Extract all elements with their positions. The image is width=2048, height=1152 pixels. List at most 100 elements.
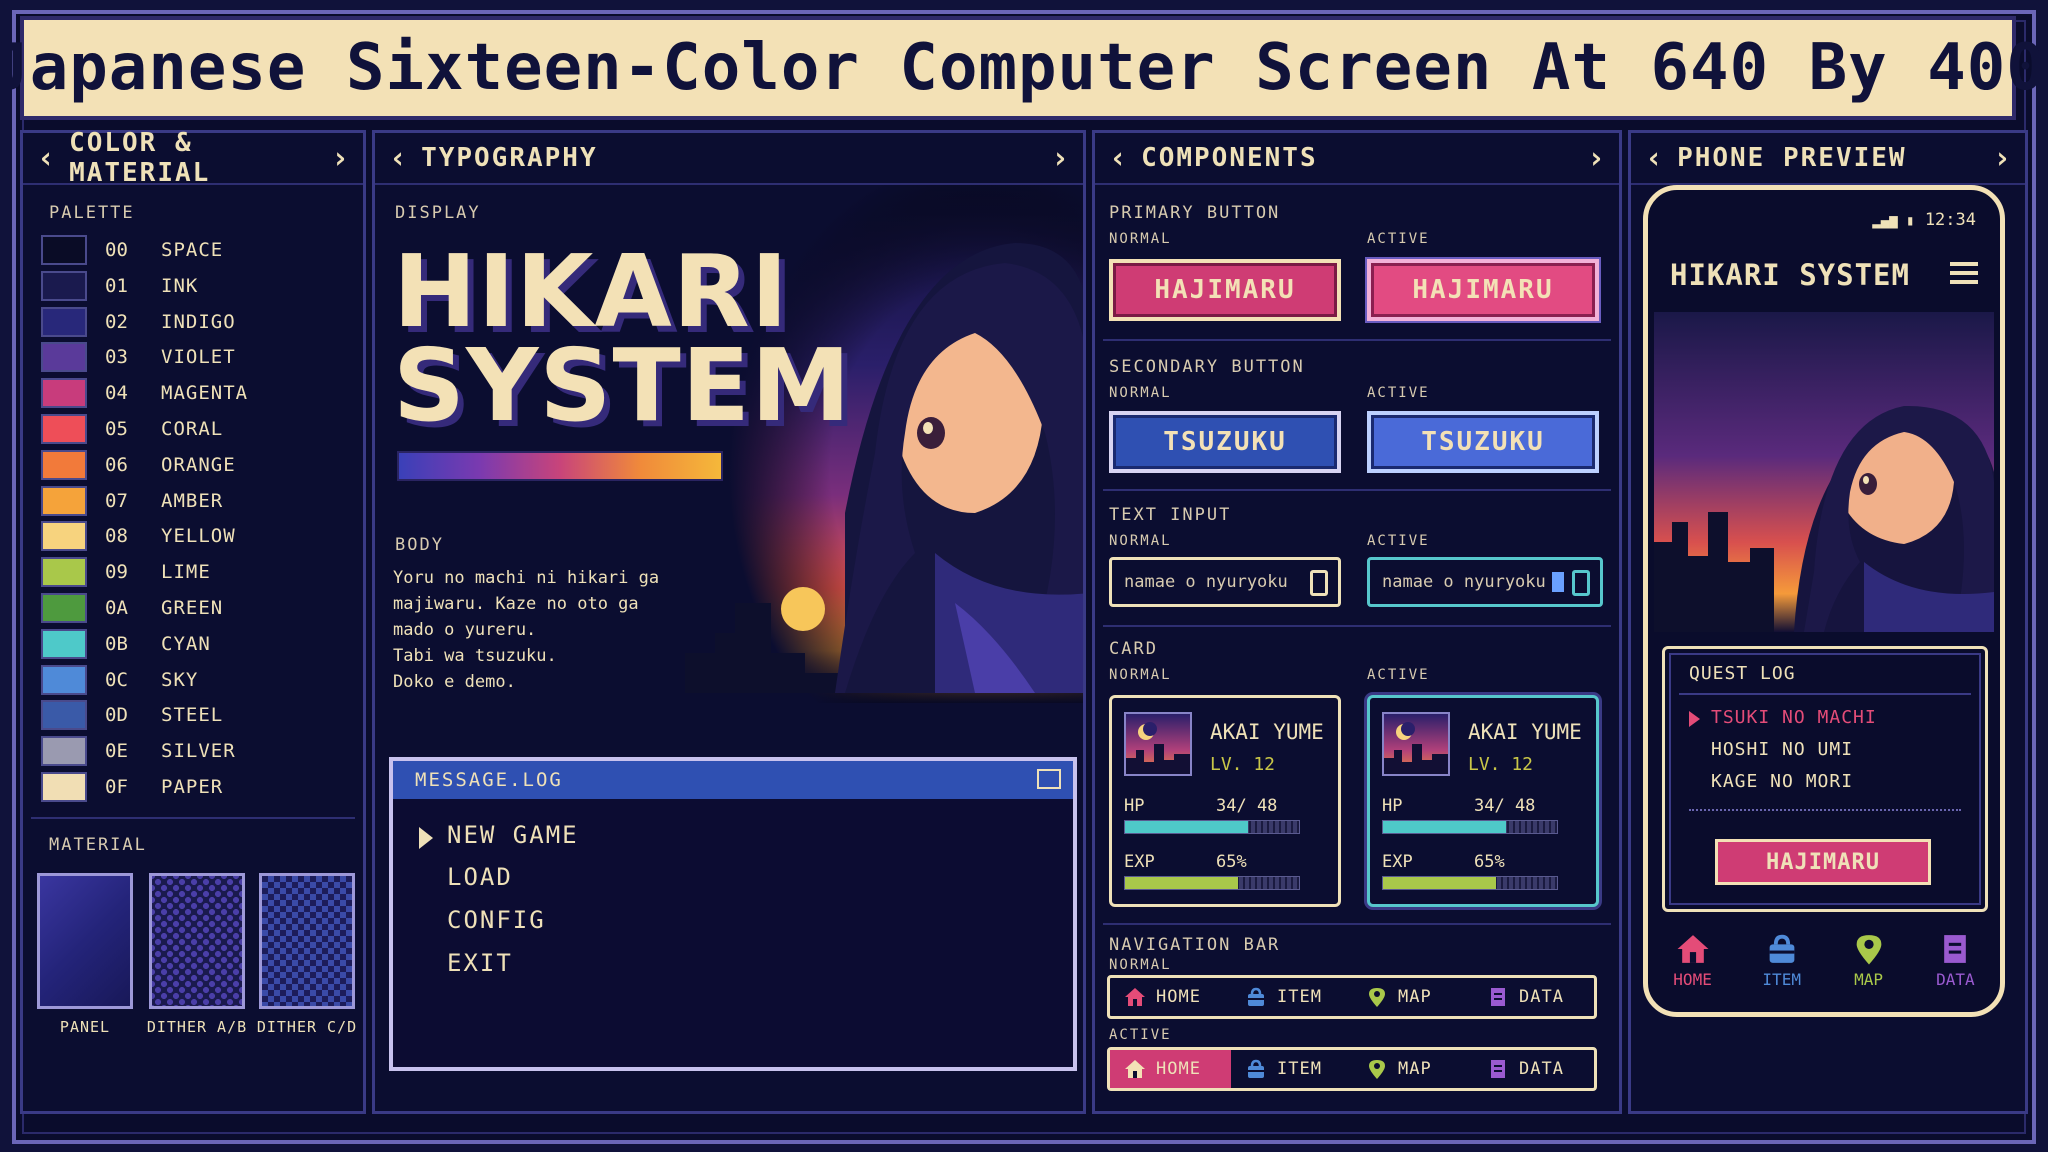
body-label: BODY [395,535,444,555]
quest-item[interactable]: KAGE NO MORI [1711,771,1853,792]
state-label-active: ACTIVE [1367,231,1430,247]
nav-item-item[interactable]: ITEM [1231,1050,1352,1088]
character-card-normal[interactable]: AKAI YUME LV. 12 HP 34/ 48 EXP 65% [1109,695,1341,907]
color-code: 00 [105,239,128,261]
nav-item-label: DATA [1519,987,1564,1007]
secondary-button-active[interactable]: TSUZUKU [1367,411,1599,473]
home-icon [1125,988,1145,1006]
status-time: 12:34 [1924,210,1976,230]
color-name: ORANGE [161,453,236,476]
primary-button-label: PRIMARY BUTTON [1109,203,1281,223]
primary-button-normal[interactable]: HAJIMARU [1109,259,1341,321]
material-label-dither-cd: DITHER C/D [256,1018,358,1036]
color-name: INDIGO [161,310,236,333]
quest-log-card: QUEST LOG TSUKI NO MACHI HOSHI NO UMI KA… [1662,646,1988,912]
menu-item-load[interactable]: LOAD [447,863,513,891]
color-code: 0D [105,704,128,727]
chevron-right-icon[interactable]: › [331,141,349,176]
display-line-1: HIKARI [393,233,789,350]
menu-item-exit[interactable]: EXIT [447,949,513,977]
card-level: LV. 12 [1468,754,1534,775]
phone-nav-label: DATA [1936,969,1975,989]
divider [1103,625,1611,627]
nav-item-data[interactable]: DATA [1473,978,1594,1016]
panel-title: TYPOGRAPHY [421,143,598,173]
phone-nav-home[interactable]: HOME [1673,932,1712,989]
primary-button-active[interactable]: HAJIMARU [1367,259,1599,321]
color-code: 09 [105,561,128,584]
chevron-right-icon[interactable]: › [1587,141,1605,176]
phone-nav-data[interactable]: DATA [1936,932,1975,989]
phone-nav-map[interactable]: MAP [1852,932,1886,989]
menu-item-config[interactable]: CONFIG [447,906,546,934]
input-device-icon [1310,570,1328,596]
bag-icon [1248,1059,1264,1078]
palette-row: 04 MAGENTA [41,378,248,409]
window-maximize-icon[interactable] [1037,769,1061,789]
nav-item-data[interactable]: DATA [1473,1050,1594,1088]
phone-nav-label: ITEM [1762,969,1801,989]
nav-item-map[interactable]: MAP [1352,1050,1473,1088]
panel-header: ‹ COLOR & MATERIAL › [23,128,363,188]
color-name: SILVER [161,740,236,763]
nav-item-item[interactable]: ITEM [1231,978,1352,1016]
state-label-active: ACTIVE [1367,533,1430,549]
nav-item-home[interactable]: HOME [1110,978,1231,1016]
menu-item-new-game[interactable]: NEW GAME [447,821,579,849]
nav-item-label: ITEM [1277,987,1322,1007]
color-swatch [41,772,87,802]
divider [1103,339,1611,341]
color-code: 02 [105,310,128,333]
phone-bottom-nav: HOME ITEM MAP DATA [1648,920,2000,1000]
state-label-active: ACTIVE [1367,385,1430,401]
color-code: 07 [105,489,128,512]
state-label-active: ACTIVE [1367,667,1430,683]
quest-cursor-icon [1689,711,1700,727]
phone-primary-button[interactable]: HAJIMARU [1715,839,1931,885]
input-device-icon [1572,570,1590,596]
color-swatch [41,557,87,588]
secondary-button-normal[interactable]: TSUZUKU [1109,411,1341,473]
material-dither-cd-swatch [259,873,355,1009]
hamburger-menu-icon[interactable] [1950,262,1978,284]
character-card-active[interactable]: AKAI YUME LV. 12 HP 34/ 48 EXP 65% [1367,695,1599,907]
input-placeholder: namae o nyuryoku [1124,572,1288,592]
chevron-left-icon[interactable]: ‹ [389,141,407,176]
text-input-active[interactable]: namae o nyuryoku [1367,557,1603,607]
hp-bar [1382,820,1558,834]
material-label-panel: PANEL [59,1018,111,1036]
card-level: LV. 12 [1210,754,1276,775]
map-pin-icon [1856,934,1881,964]
nav-item-map[interactable]: MAP [1352,978,1473,1016]
text-input-normal[interactable]: namae o nyuryoku [1109,557,1341,607]
phone-nav-label: MAP [1854,969,1883,989]
color-code: 0E [105,740,128,763]
cursor-arrow-icon [419,827,433,849]
color-material-panel: ‹ COLOR & MATERIAL › PALETTE 00 SPACE 01 IN… [20,128,366,1114]
map-pin-icon [1369,988,1385,1007]
chevron-right-icon[interactable]: › [1051,141,1069,176]
hp-value: 34/ 48 [1474,796,1536,816]
divider [1103,489,1611,491]
panel-title: COLOR & MATERIAL [69,128,211,188]
color-name: AMBER [161,489,224,512]
panel-header: ‹ COMPONENTS › [1095,133,1619,185]
chevron-left-icon[interactable]: ‹ [1109,141,1127,176]
bag-icon [1248,987,1264,1006]
color-name: YELLOW [161,525,236,548]
text-input-label: TEXT INPUT [1109,505,1232,525]
color-name: SPACE [161,239,224,261]
phone-nav-item[interactable]: ITEM [1762,932,1801,989]
nav-item-home[interactable]: HOME [1110,1050,1231,1088]
exp-bar [1124,876,1300,890]
material-dither-ab-swatch [149,873,245,1009]
chevron-left-icon[interactable]: ‹ [1645,141,1663,176]
display-line-2: SYSTEM [393,327,852,444]
quest-item[interactable]: HOSHI NO UMI [1711,739,1853,760]
quest-item-selected[interactable]: TSUKI NO MACHI [1711,707,1877,728]
input-placeholder: namae o nyuryoku [1382,572,1546,592]
palette-row: 0F PAPER [41,772,223,802]
exp-value: 65% [1216,852,1247,872]
chevron-left-icon[interactable]: ‹ [37,141,55,176]
chevron-right-icon[interactable]: › [1993,141,2011,176]
